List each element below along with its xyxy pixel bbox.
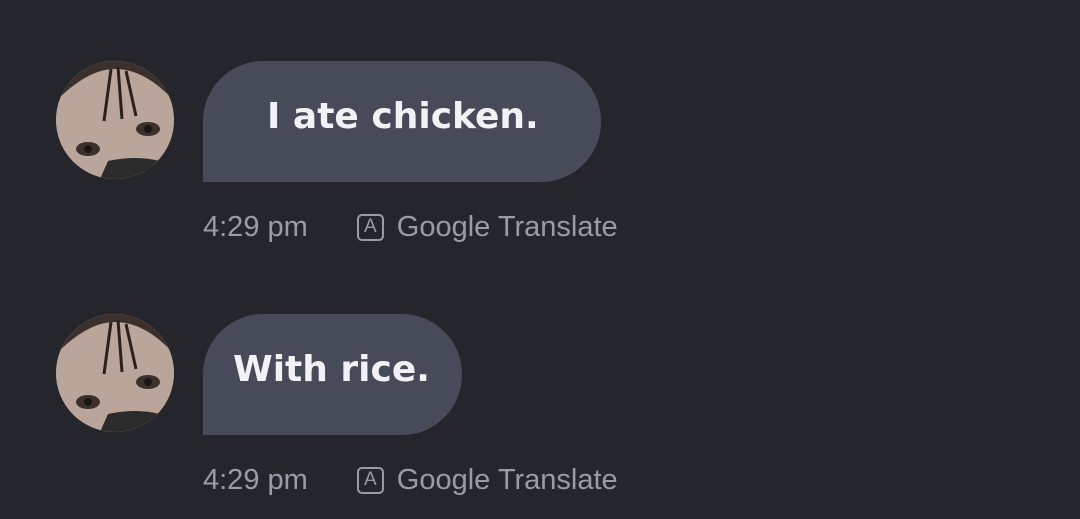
message-bubble[interactable]: I ate chicken. [203,61,601,182]
message-time: 4:29 pm [203,210,308,243]
chat-message: With rice. 4:29 pm A Google Translate [0,314,1080,514]
message-text: With rice. [233,349,430,390]
avatar-photo [56,61,174,179]
avatar[interactable] [56,61,174,179]
message-meta: 4:29 pm A Google Translate [203,207,618,247]
google-translate-icon[interactable]: A [356,466,384,494]
avatar[interactable] [56,314,174,432]
avatar-photo [56,314,174,432]
message-text: I ate chicken. [267,96,539,137]
message-meta: 4:29 pm A Google Translate [203,460,618,500]
google-translate-icon[interactable]: A [356,213,384,241]
google-translate-link[interactable]: Google Translate [397,464,618,497]
message-time: 4:29 pm [203,463,308,496]
chat-message: I ate chicken. 4:29 pm A Google Translat… [0,61,1080,261]
google-translate-link[interactable]: Google Translate [397,211,618,244]
message-bubble[interactable]: With rice. [203,314,462,435]
